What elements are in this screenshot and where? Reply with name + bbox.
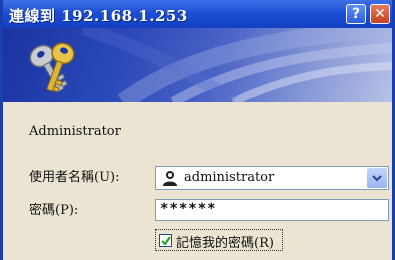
keys-icon <box>29 42 75 93</box>
remember-password-checkbox[interactable]: 記憶我的密碼(R) <box>155 229 283 251</box>
dialog-banner <box>3 28 392 102</box>
server-realm-label: Administrator <box>29 124 121 139</box>
checkmark-icon <box>161 236 171 246</box>
username-label: 使用者名稱(U): <box>29 170 120 185</box>
username-value[interactable]: administrator <box>184 170 274 185</box>
title-bar[interactable]: 連線到 192.168.1.253 ? ✕ <box>3 0 392 28</box>
user-icon <box>163 171 177 186</box>
login-dialog: 連線到 192.168.1.253 ? ✕ Administrator 使用者名… <box>0 0 395 260</box>
help-button[interactable]: ? <box>346 4 366 24</box>
chevron-down-icon <box>372 175 382 182</box>
username-combobox[interactable]: administrator <box>155 166 389 190</box>
remember-password-label: 記憶我的密碼(R) <box>176 236 274 251</box>
dialog-title: 連線到 192.168.1.253 <box>9 7 188 25</box>
close-button[interactable]: ✕ <box>370 4 390 24</box>
password-field[interactable]: ****** <box>155 199 389 221</box>
checkbox-box[interactable] <box>159 234 172 247</box>
username-dropdown-button[interactable] <box>367 168 387 188</box>
password-label: 密碼(P): <box>29 203 79 218</box>
password-value[interactable]: ****** <box>160 201 217 217</box>
